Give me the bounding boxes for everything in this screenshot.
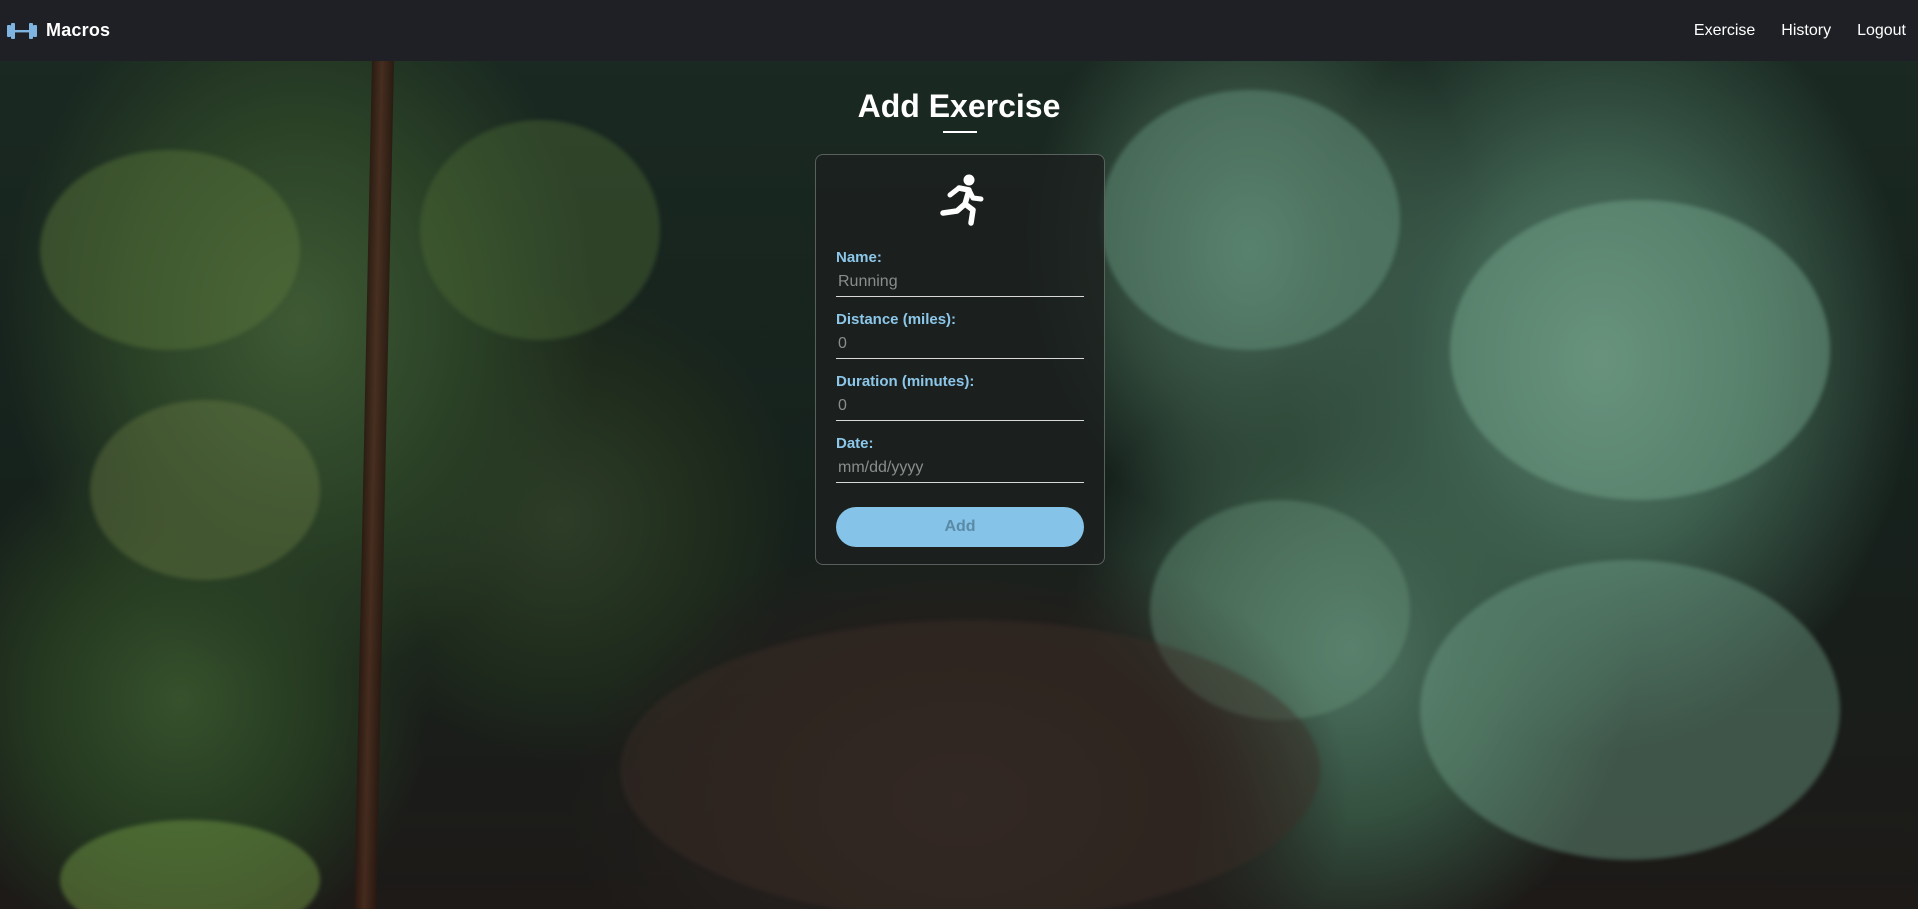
foliage bbox=[90, 400, 320, 580]
distance-field-group: Distance (miles): bbox=[836, 311, 1084, 359]
duration-label: Duration (minutes): bbox=[836, 373, 975, 390]
foliage bbox=[1100, 90, 1400, 350]
foliage bbox=[60, 820, 320, 909]
name-input[interactable] bbox=[836, 270, 1084, 297]
brand-name: Macros bbox=[46, 20, 111, 40]
distance-input[interactable] bbox=[836, 332, 1084, 359]
runner-icon bbox=[940, 174, 984, 226]
page-title: Add Exercise bbox=[857, 88, 1061, 124]
tree-trunk bbox=[354, 59, 394, 909]
date-label: Date: bbox=[836, 435, 874, 452]
name-field-group: Name: bbox=[836, 249, 1084, 297]
title-underline bbox=[943, 131, 977, 133]
foliage bbox=[40, 150, 300, 350]
duration-input[interactable] bbox=[836, 394, 1084, 421]
foliage bbox=[620, 620, 1320, 909]
brand-home-link[interactable]: Macros bbox=[6, 20, 110, 41]
dumbbell-icon bbox=[7, 22, 37, 39]
foliage bbox=[1420, 560, 1840, 860]
duration-field-group: Duration (minutes): bbox=[836, 373, 1084, 421]
top-navbar: Macros Exercise History Logout bbox=[0, 0, 1918, 61]
distance-label: Distance (miles): bbox=[836, 311, 957, 328]
nav-link-history[interactable]: History bbox=[1781, 22, 1831, 40]
add-button[interactable]: Add bbox=[836, 507, 1084, 547]
date-field-group: Date: bbox=[836, 435, 1084, 483]
nav-links: Exercise History Logout bbox=[1694, 22, 1906, 40]
name-label: Name: bbox=[836, 249, 882, 266]
foliage bbox=[1450, 200, 1830, 500]
foliage bbox=[420, 120, 660, 340]
card-icon-wrap bbox=[836, 173, 1084, 227]
nav-link-exercise[interactable]: Exercise bbox=[1694, 22, 1755, 40]
nav-link-logout[interactable]: Logout bbox=[1857, 22, 1906, 40]
date-input[interactable] bbox=[836, 456, 1084, 483]
add-exercise-form: Name: Distance (miles): Duration (minute… bbox=[815, 154, 1105, 565]
